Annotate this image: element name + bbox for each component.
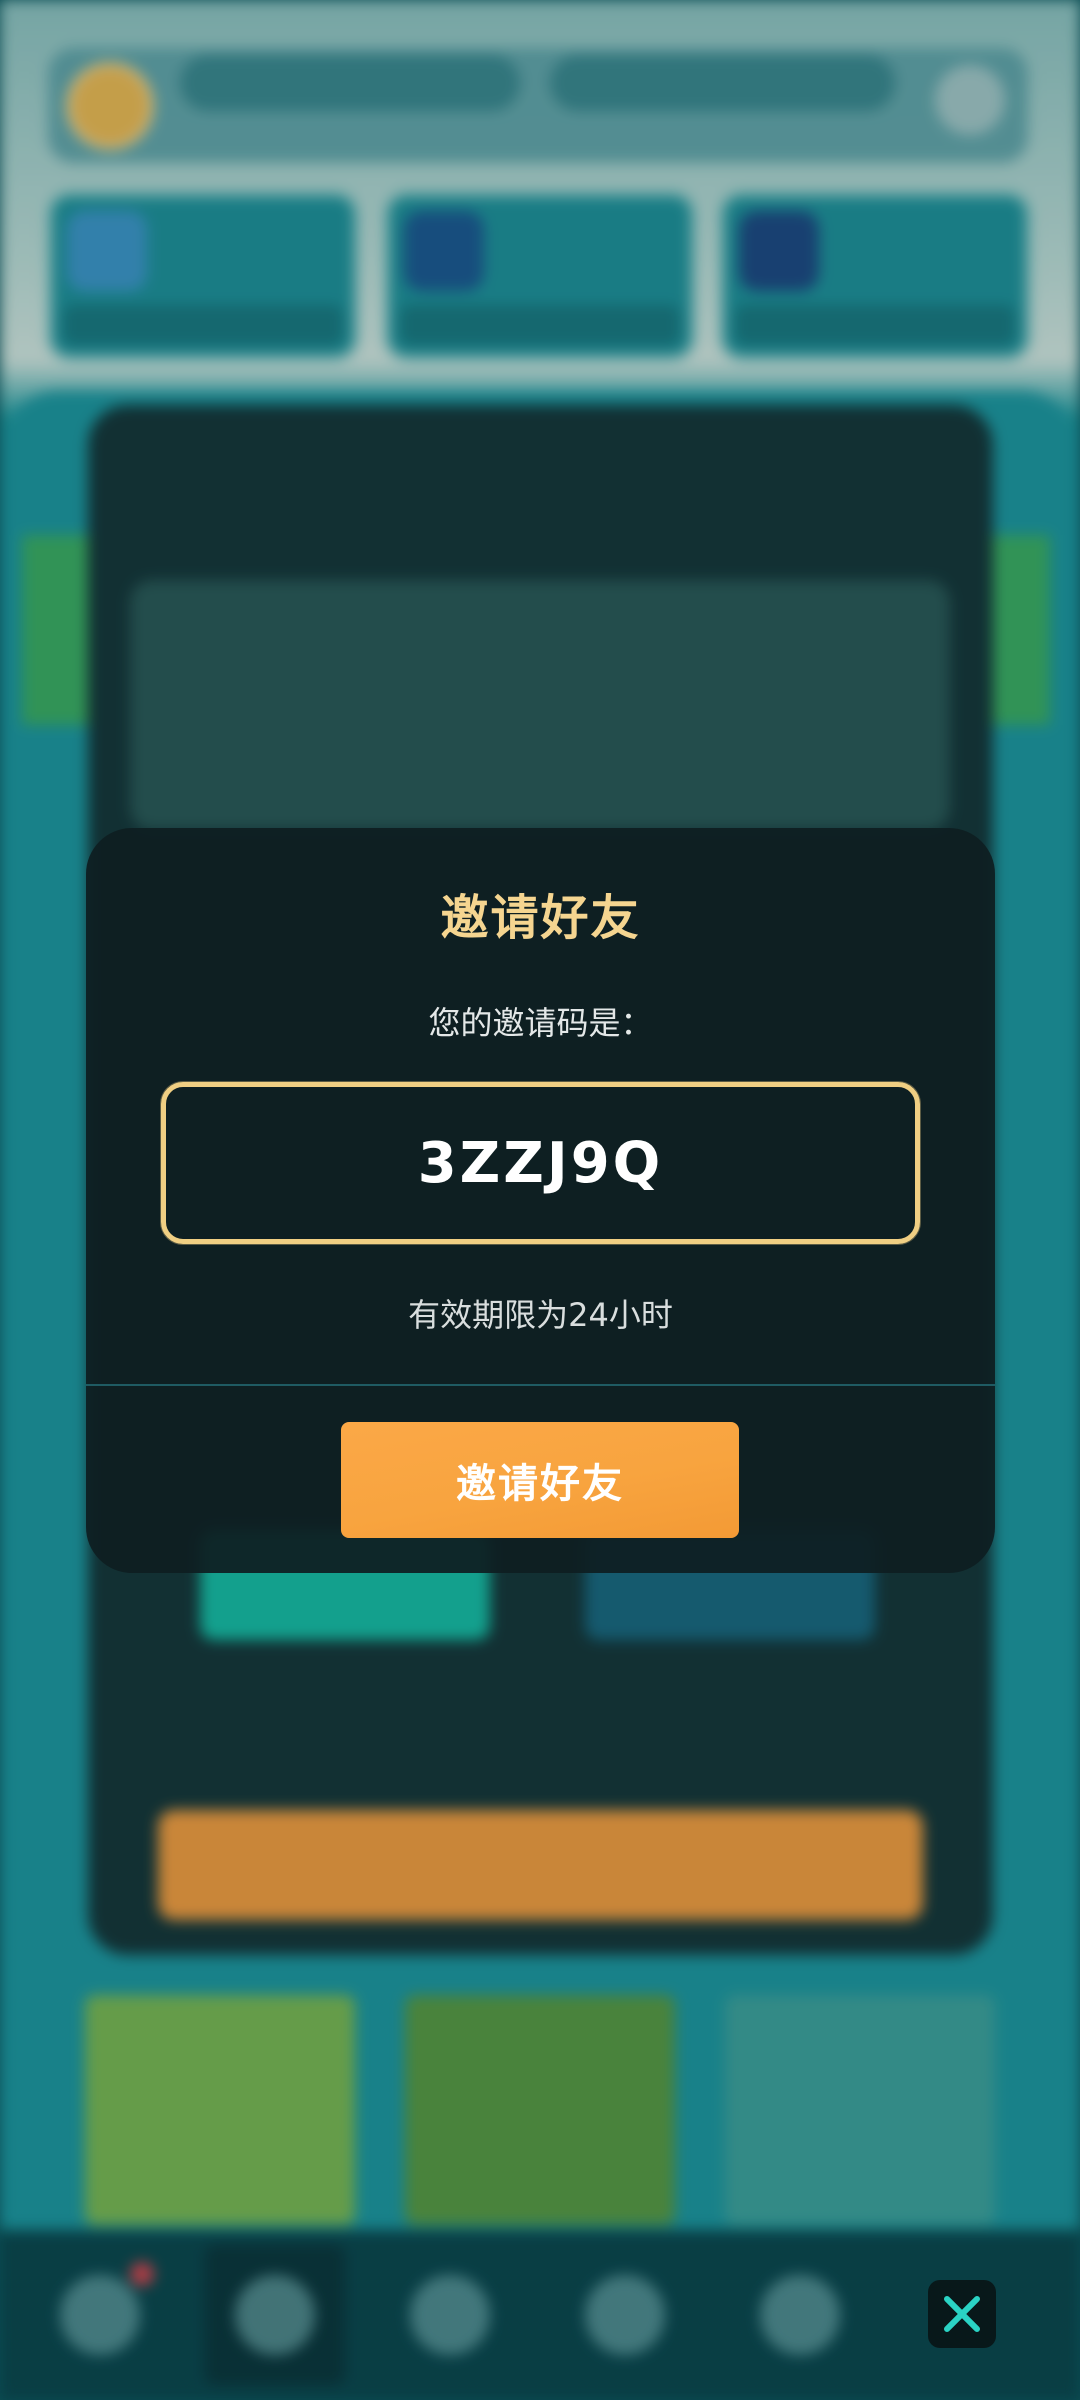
invite-code-label: 您的邀请码是： [428,1004,653,1042]
close-button[interactable] [928,2280,996,2348]
invite-code: 3ZZJ9Q [417,1130,664,1196]
close-icon [944,2296,980,2332]
dialog-divider [86,1384,995,1386]
invite-friends-button[interactable]: 邀请好友 [341,1422,739,1538]
validity-text: 有效期限为24小时 [408,1296,673,1334]
dialog-title: 邀请好友 [440,890,641,946]
invite-dialog: 邀请好友 您的邀请码是： 3ZZJ9Q 有效期限为24小时 邀请好友 [86,828,995,1573]
app-screen: 邀请好友 您的邀请码是： 3ZZJ9Q 有效期限为24小时 邀请好友 [0,0,1080,2400]
invite-code-box[interactable]: 3ZZJ9Q [161,1082,920,1244]
